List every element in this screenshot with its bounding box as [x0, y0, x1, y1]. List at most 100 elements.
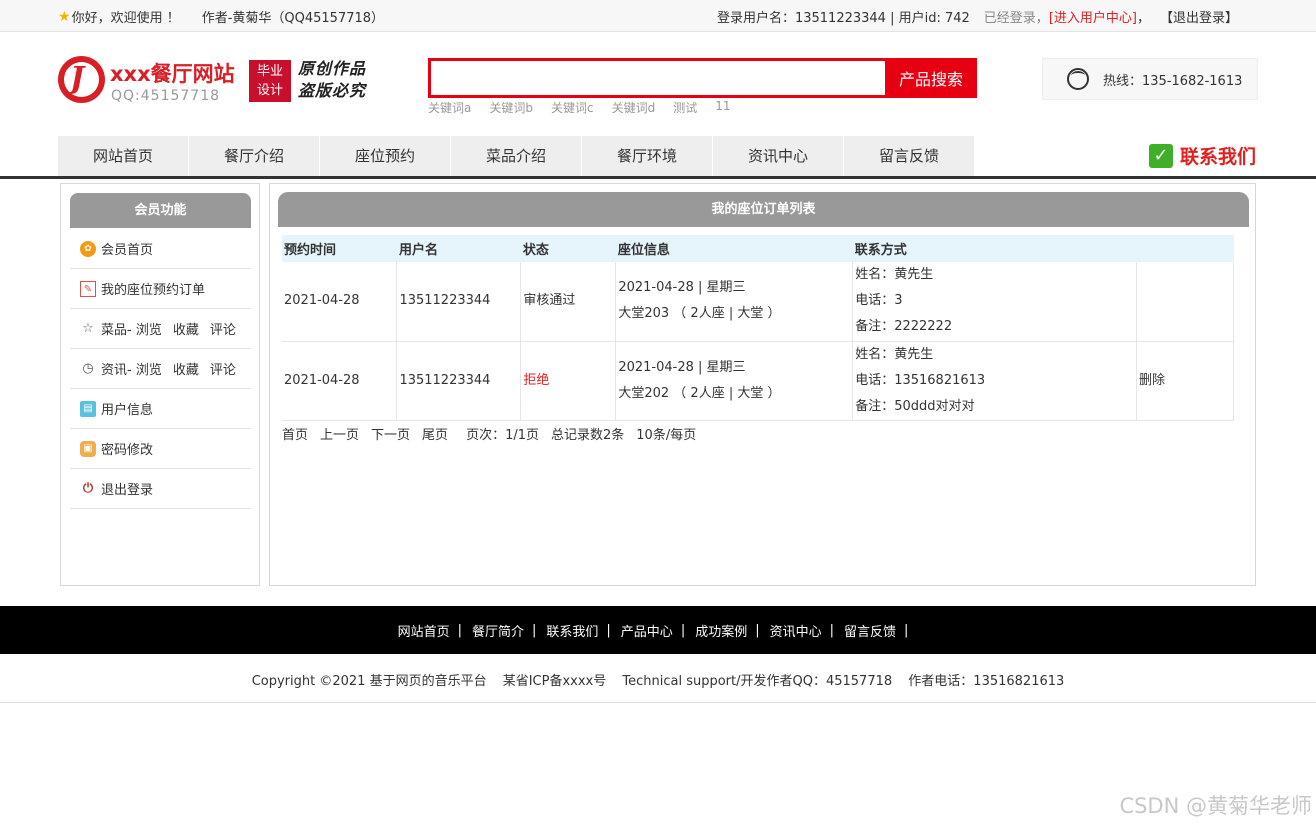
sidebar-item-dish-favorites[interactable]: 收藏	[173, 319, 199, 338]
footer-link-home[interactable]: 网站首页	[398, 621, 450, 640]
graduation-badge: 毕业 设计	[249, 60, 291, 102]
col-header-time: 预约时间	[282, 235, 397, 262]
cell-action	[1136, 262, 1234, 342]
seat-place: 大堂202 （ 2人座 | 大堂 ）	[618, 385, 781, 401]
footer-separator: |	[904, 622, 909, 638]
sidebar-item-logout[interactable]: ⏻ 退出登录	[70, 469, 251, 509]
sidebar-item-label: 密码修改	[101, 443, 154, 458]
user-center-link[interactable]: [进入用户中心]	[1049, 7, 1137, 26]
footer-separator: |	[457, 622, 462, 638]
home-icon: ✿	[80, 240, 96, 257]
slogan-line1: 原创作品	[298, 59, 367, 78]
pager-prev[interactable]: 上一页	[320, 424, 359, 443]
footer-divider	[0, 702, 1316, 703]
sidebar-item-news: ◷ 资讯- 浏览 收藏 评论	[70, 349, 251, 389]
sidebar-item-label: 退出登录	[101, 483, 154, 498]
contact-note: 备注：2222222	[855, 319, 953, 335]
delete-link[interactable]: 删除	[1136, 341, 1234, 421]
footer-link-products[interactable]: 产品中心	[621, 621, 673, 640]
sidebar-item-seat-orders[interactable]: ✎ 我的座位预约订单	[70, 269, 251, 309]
keyword-link[interactable]: 关键词c	[551, 99, 594, 116]
welcome-area: ★ 你好，欢迎使用 ！ 作者-黄菊华（QQ45157718）	[58, 7, 385, 27]
nav-item-seat-booking[interactable]: 座位预约	[320, 136, 451, 176]
slogan: 原创作品 盗版必究	[298, 58, 366, 102]
nav-item-about[interactable]: 餐厅介绍	[189, 136, 320, 176]
pager-total: 总记录数2条	[551, 428, 625, 443]
sidebar-item-label: 我的座位预约订单	[101, 283, 206, 298]
keyword-link[interactable]: 测试	[673, 99, 697, 116]
top-bar: ★ 你好，欢迎使用 ！ 作者-黄菊华（QQ45157718） 登录用户名：135…	[0, 0, 1316, 32]
nav-divider	[0, 176, 1316, 179]
pager-first[interactable]: 首页	[282, 424, 308, 443]
pager-page-info: 页次：1/1页	[466, 428, 539, 443]
pager-last[interactable]: 尾页	[422, 424, 448, 443]
customer-service-icon	[1067, 68, 1089, 90]
panel-title: 我的座位订单列表	[278, 192, 1249, 227]
footer-link-about[interactable]: 餐厅简介	[472, 621, 524, 640]
nav-item-feedback[interactable]: 留言反馈	[844, 136, 975, 176]
power-icon: ⏻	[82, 480, 94, 496]
sidebar-item-dish-comments[interactable]: 评论	[210, 319, 236, 338]
search-input[interactable]	[431, 61, 885, 95]
copyright-text: Copyright ©2021 基于网页的音乐平台	[251, 674, 487, 689]
keyword-link[interactable]: 关键词b	[489, 99, 533, 116]
logo-mark: J	[58, 56, 105, 103]
hotline-text: 热线：135-1682-1613	[1103, 73, 1243, 89]
comma-text: ，	[1136, 11, 1150, 26]
nav-item-environment[interactable]: 餐厅环境	[582, 136, 713, 176]
author-text: 作者-黄菊华（QQ45157718）	[201, 11, 385, 26]
orders-table: 预约时间 用户名 状态 座位信息 联系方式 2021-04-28 1351122…	[282, 235, 1234, 421]
cell-time: 2021-04-28	[282, 262, 398, 342]
site-logo[interactable]: J xxx餐厅网站 QQ:45157718	[58, 56, 238, 106]
keyword-link[interactable]: 11	[715, 99, 730, 116]
pager-next[interactable]: 下一页	[371, 424, 410, 443]
icp-text: 某省ICP备xxxx号	[502, 674, 607, 689]
nav-item-home[interactable]: 网站首页	[58, 136, 189, 176]
cell-seat: 2021-04-28 | 星期三 大堂202 （ 2人座 | 大堂 ）	[615, 341, 854, 421]
star-icon: ★	[58, 8, 71, 25]
search-button[interactable]: 产品搜索	[885, 58, 977, 98]
sidebar-item-dishes: ☆ 菜品- 浏览 收藏 评论	[70, 309, 251, 349]
cell-time: 2021-04-28	[282, 341, 398, 421]
footer-nav: 网站首页 | 餐厅简介 | 联系我们 | 产品中心 | 成功案例 | 资讯中心 | 留言反馈…	[0, 606, 1316, 654]
pager-per-page: 10条/每页	[636, 428, 697, 443]
footer-separator: |	[606, 622, 611, 638]
sidebar-item-member-home[interactable]: ✿ 会员首页	[70, 229, 251, 269]
support-text: Technical support/开发作者QQ：45157718	[622, 674, 893, 689]
pagination: 首页 上一页 下一页 尾页 页次：1/1页 总记录数2条 10条/每页	[282, 424, 708, 443]
keyword-link[interactable]: 关键词d	[612, 99, 656, 116]
contact-us-link[interactable]: ✓ 联系我们	[1149, 142, 1256, 169]
check-icon: ✓	[1149, 143, 1173, 168]
keyword-link[interactable]: 关键词a	[428, 99, 471, 116]
sidebar-menu: ✿ 会员首页 ✎ 我的座位预约订单 ☆ 菜品- 浏览 收藏 评论 ◷ 资讯- 浏…	[70, 229, 251, 509]
sidebar-item-dish-browse[interactable]: 菜品- 浏览	[101, 319, 162, 338]
nav-item-dishes[interactable]: 菜品介绍	[451, 136, 582, 176]
logout-link[interactable]: 【退出登录】	[1160, 7, 1238, 26]
sidebar-item-user-info[interactable]: ▤ 用户信息	[70, 389, 251, 429]
footer-link-cases[interactable]: 成功案例	[695, 621, 747, 640]
sidebar-item-password[interactable]: ▣ 密码修改	[70, 429, 251, 469]
logged-in-text: 已经登录，	[983, 11, 1049, 26]
cell-status: 拒绝	[520, 341, 617, 421]
sidebar-item-news-browse[interactable]: 资讯- 浏览	[101, 359, 162, 378]
sidebar-item-news-comments[interactable]: 评论	[210, 359, 236, 378]
sidebar-item-news-favorites[interactable]: 收藏	[173, 359, 199, 378]
cell-contact: 姓名：黄先生 电话：13516821613 备注：50ddd对对对	[852, 341, 1138, 421]
graduation-badge-line2: 设计	[256, 83, 283, 98]
sidebar-item-label: 用户信息	[101, 403, 154, 418]
main-nav: 网站首页 餐厅介绍 座位预约 菜品介绍 餐厅环境 资讯中心 留言反馈	[58, 136, 975, 176]
cell-seat: 2021-04-28 | 星期三 大堂203 （ 2人座 | 大堂 ）	[615, 262, 854, 342]
seat-date: 2021-04-28 | 星期三	[618, 280, 746, 296]
footer-separator: |	[680, 622, 686, 638]
nav-item-news[interactable]: 资讯中心	[713, 136, 844, 176]
user-info-icon: ▤	[80, 400, 96, 417]
contact-us-label: 联系我们	[1180, 146, 1257, 168]
site-qq: QQ:45157718	[111, 88, 221, 104]
contact-phone: 电话：13516821613	[855, 372, 986, 388]
footer-link-feedback[interactable]: 留言反馈	[844, 621, 896, 640]
footer-link-contact[interactable]: 联系我们	[546, 621, 598, 640]
cell-contact: 姓名：黄先生 电话：3 备注：2222222	[852, 262, 1138, 342]
footer-link-news[interactable]: 资讯中心	[770, 621, 822, 640]
member-sidebar: 会员功能 ✿ 会员首页 ✎ 我的座位预约订单 ☆ 菜品- 浏览 收藏 评论 ◷ …	[60, 183, 260, 586]
contact-name: 姓名：黄先生	[855, 267, 934, 283]
